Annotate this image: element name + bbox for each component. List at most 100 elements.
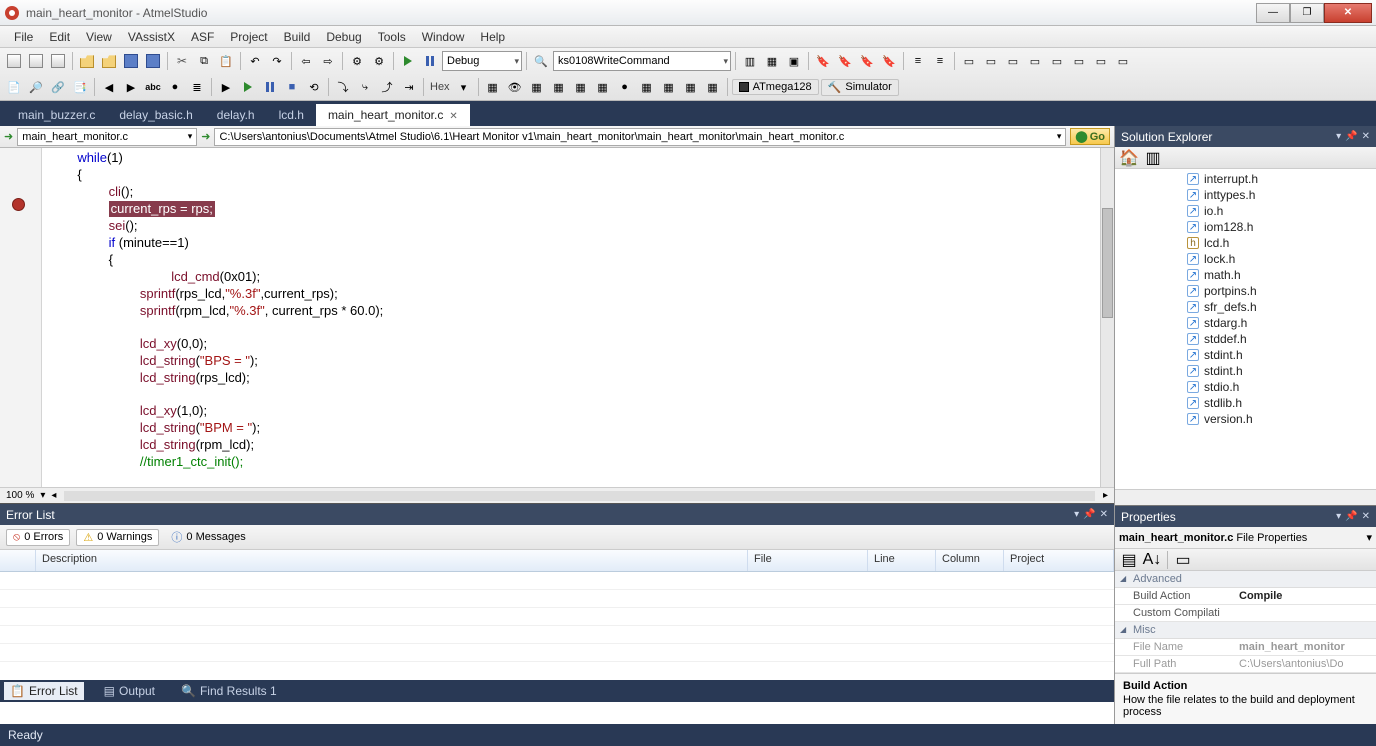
registers-button[interactable]: ▦: [527, 77, 547, 97]
tool-selector[interactable]: 🔨Simulator: [821, 79, 899, 96]
tab-lcd[interactable]: lcd.h: [267, 104, 316, 126]
se-showall-button[interactable]: ▥: [1143, 148, 1163, 168]
step-over-button[interactable]: ⤵: [333, 77, 353, 97]
minimize-button[interactable]: —: [1256, 3, 1290, 23]
va-open-file-button[interactable]: 📄: [4, 77, 24, 97]
output-button[interactable]: ▦: [637, 77, 657, 97]
tree-item[interactable]: ↗stdint.h: [1115, 347, 1376, 363]
hscroll-left-icon[interactable]: ◂: [51, 490, 56, 501]
prop-categorized-button[interactable]: ▤: [1119, 550, 1139, 570]
layout3-button[interactable]: ▭: [1003, 51, 1023, 71]
breakpoints-button[interactable]: ●: [615, 77, 635, 97]
layout5-button[interactable]: ▭: [1047, 51, 1067, 71]
se-pin-icon[interactable]: 📌: [1345, 131, 1357, 142]
solution-tree[interactable]: ↗interrupt.h↗inttypes.h↗io.h↗iom128.hhlc…: [1115, 169, 1376, 489]
paste-button[interactable]: 📋: [216, 51, 236, 71]
prop-cat-misc[interactable]: Misc: [1115, 622, 1376, 639]
col-column[interactable]: Column: [936, 550, 1004, 571]
step-into-button[interactable]: ⤷: [355, 77, 375, 97]
prop-row-custom[interactable]: Custom Compilati: [1115, 605, 1376, 622]
redo-button[interactable]: ↷: [267, 51, 287, 71]
layout2-button[interactable]: ▭: [981, 51, 1001, 71]
pr-close-icon[interactable]: ✕: [1362, 511, 1370, 522]
editor-vscroll[interactable]: [1100, 148, 1114, 487]
tree-item[interactable]: ↗interrupt.h: [1115, 171, 1376, 187]
hex-label[interactable]: Hex: [428, 81, 452, 93]
locals-button[interactable]: ▦: [659, 77, 679, 97]
copy-button[interactable]: ⧉: [194, 51, 214, 71]
tree-item[interactable]: ↗stdio.h: [1115, 379, 1376, 395]
debug-restart-button[interactable]: ⟲: [304, 77, 324, 97]
prop-alpha-button[interactable]: A↓: [1142, 550, 1162, 570]
warnings-filter[interactable]: ⚠0 Warnings: [76, 529, 159, 546]
cut-button[interactable]: ✂: [172, 51, 192, 71]
va-find-symbol-button[interactable]: 🔎: [26, 77, 46, 97]
panel-pin-icon[interactable]: 📌: [1083, 509, 1095, 520]
nav-fwd-button[interactable]: ⇨: [318, 51, 338, 71]
menu-debug[interactable]: Debug: [318, 28, 369, 46]
new-file-button[interactable]: [26, 51, 46, 71]
pr-pin-icon[interactable]: 📌: [1345, 511, 1357, 522]
bottom-tab-output[interactable]: ▤Output: [98, 682, 161, 700]
tab-main-heart-monitor[interactable]: main_heart_monitor.c✕: [316, 104, 470, 126]
hscroll-right-icon[interactable]: ▸: [1103, 490, 1108, 501]
hex-toggle-button[interactable]: ▾: [454, 77, 474, 97]
tree-item[interactable]: ↗math.h: [1115, 267, 1376, 283]
layout8-button[interactable]: ▭: [1113, 51, 1133, 71]
tree-item[interactable]: ↗lock.h: [1115, 251, 1376, 267]
start-debug-button[interactable]: [398, 51, 418, 71]
uncomment-button[interactable]: ≡: [930, 51, 950, 71]
debug-run-button[interactable]: ▶: [216, 77, 236, 97]
debug-start-button[interactable]: [238, 77, 258, 97]
tree-item[interactable]: ↗stdint.h: [1115, 363, 1376, 379]
context-combo[interactable]: main_heart_monitor.c▾: [17, 128, 197, 146]
prop-obj-dropdown-icon[interactable]: ▾: [1366, 531, 1372, 544]
window-tile-button[interactable]: ▦: [762, 51, 782, 71]
tree-item[interactable]: ↗version.h: [1115, 411, 1376, 427]
save-all-button[interactable]: [143, 51, 163, 71]
go-button[interactable]: ⬤Go: [1070, 128, 1110, 145]
bottom-tab-find-results[interactable]: 🔍Find Results 1: [175, 682, 283, 700]
autos-button[interactable]: ▦: [681, 77, 701, 97]
layout7-button[interactable]: ▭: [1091, 51, 1111, 71]
add-item-button[interactable]: [48, 51, 68, 71]
bookmark-next-button[interactable]: 🔖: [835, 51, 855, 71]
col-description[interactable]: Description: [36, 550, 748, 571]
menu-file[interactable]: File: [6, 28, 41, 46]
collapse-button[interactable]: ▣: [784, 51, 804, 71]
io-button[interactable]: ▦: [549, 77, 569, 97]
tab-close-icon[interactable]: ✕: [449, 111, 457, 122]
menu-build[interactable]: Build: [276, 28, 319, 46]
comment-button[interactable]: ≡: [908, 51, 928, 71]
memory-button[interactable]: ▦: [483, 77, 503, 97]
zoom-level[interactable]: 100 %: [6, 490, 34, 501]
rebuild-button[interactable]: ⚙: [369, 51, 389, 71]
new-project-button[interactable]: [4, 51, 24, 71]
prop-row-full-path[interactable]: Full Path C:\Users\antonius\Do: [1115, 656, 1376, 673]
tree-item[interactable]: ↗io.h: [1115, 203, 1376, 219]
tree-item[interactable]: ↗portpins.h: [1115, 283, 1376, 299]
va-toggle-button[interactable]: ●: [165, 77, 185, 97]
menu-project[interactable]: Project: [222, 28, 275, 46]
undo-button[interactable]: ↶: [245, 51, 265, 71]
debug-stop-button[interactable]: ■: [282, 77, 302, 97]
menu-help[interactable]: Help: [472, 28, 513, 46]
tree-item[interactable]: ↗stdarg.h: [1115, 315, 1376, 331]
col-line[interactable]: Line: [868, 550, 936, 571]
bottom-tab-error-list[interactable]: 📋Error List: [4, 682, 84, 700]
callstack-button[interactable]: ▦: [593, 77, 613, 97]
col-project[interactable]: Project: [1004, 550, 1114, 571]
open-project-button[interactable]: [99, 51, 119, 71]
find-button[interactable]: 🔍: [531, 51, 551, 71]
filepath-combo[interactable]: C:\Users\antonius\Documents\Atmel Studio…: [214, 128, 1066, 146]
tree-item[interactable]: hlcd.h: [1115, 235, 1376, 251]
tree-item[interactable]: ↗stdlib.h: [1115, 395, 1376, 411]
nav-arrow-icon[interactable]: ➜: [4, 130, 13, 143]
bookmark-button[interactable]: 🔖: [813, 51, 833, 71]
va-list-button[interactable]: ≣: [187, 77, 207, 97]
se-home-button[interactable]: 🏠: [1119, 148, 1139, 168]
build-button[interactable]: ⚙: [347, 51, 367, 71]
va-find-references-button[interactable]: 🔗: [48, 77, 68, 97]
tree-item[interactable]: ↗inttypes.h: [1115, 187, 1376, 203]
disasm-button[interactable]: ▦: [571, 77, 591, 97]
